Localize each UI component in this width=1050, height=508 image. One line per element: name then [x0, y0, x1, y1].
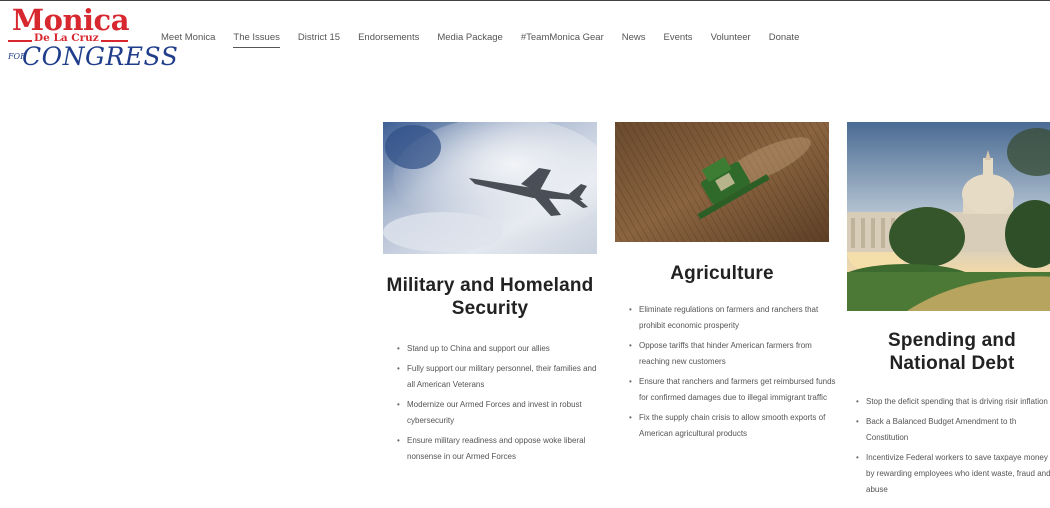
list-item: Fix the supply chain crisis to allow smo… — [629, 410, 841, 442]
list-item: Fully support our military personnel, th… — [397, 361, 597, 393]
nav-teammonica-gear[interactable]: #TeamMonica Gear — [521, 32, 604, 48]
nav-donate[interactable]: Donate — [769, 32, 800, 48]
nav-endorsements[interactable]: Endorsements — [358, 32, 419, 48]
issue-points: Stop the deficit spending that is drivin… — [856, 394, 1050, 502]
us-capitol-photo — [847, 122, 1050, 311]
nav-media-package[interactable]: Media Package — [437, 32, 502, 48]
issue-title: Agriculture — [670, 263, 774, 284]
list-item: Stop the deficit spending that is drivin… — [856, 394, 1050, 410]
issue-points: Eliminate regulations on farmers and ran… — [629, 302, 841, 446]
list-item: Stand up to China and support our allies — [397, 341, 597, 357]
list-item: Oppose tariffs that hinder American farm… — [629, 338, 841, 370]
list-item: Back a Balanced Budget Amendment to th C… — [856, 414, 1050, 446]
fighter-jet-photo — [383, 122, 597, 254]
nav-events[interactable]: Events — [664, 32, 693, 48]
nav-meet-monica[interactable]: Meet Monica — [161, 32, 215, 48]
list-item: Modernize our Armed Forces and invest in… — [397, 397, 597, 429]
issue-points: Stand up to China and support our allies… — [397, 341, 597, 469]
main-nav: Meet Monica The Issues District 15 Endor… — [161, 32, 817, 48]
nav-district-15[interactable]: District 15 — [298, 32, 340, 48]
logo-office: CONGRESS — [22, 42, 179, 71]
nav-volunteer[interactable]: Volunteer — [711, 32, 751, 48]
nav-the-issues[interactable]: The Issues — [233, 32, 280, 48]
list-item: Incentivize Federal workers to save taxp… — [856, 450, 1050, 498]
nav-news[interactable]: News — [622, 32, 646, 48]
campaign-logo[interactable]: Monica De La Cruz FOR CONGRESS — [6, 3, 178, 71]
logo-name: Monica — [12, 3, 130, 37]
list-item: Eliminate regulations on farmers and ran… — [629, 302, 841, 334]
list-item: Ensure military readiness and oppose wok… — [397, 433, 597, 465]
list-item: Ensure that ranchers and farmers get rei… — [629, 374, 841, 406]
issue-title: Spending and National Debt — [887, 330, 1016, 374]
issue-title: Military and Homeland Security — [386, 275, 594, 319]
top-border-line — [0, 0, 1050, 1]
combine-harvester-field-photo — [615, 122, 829, 242]
